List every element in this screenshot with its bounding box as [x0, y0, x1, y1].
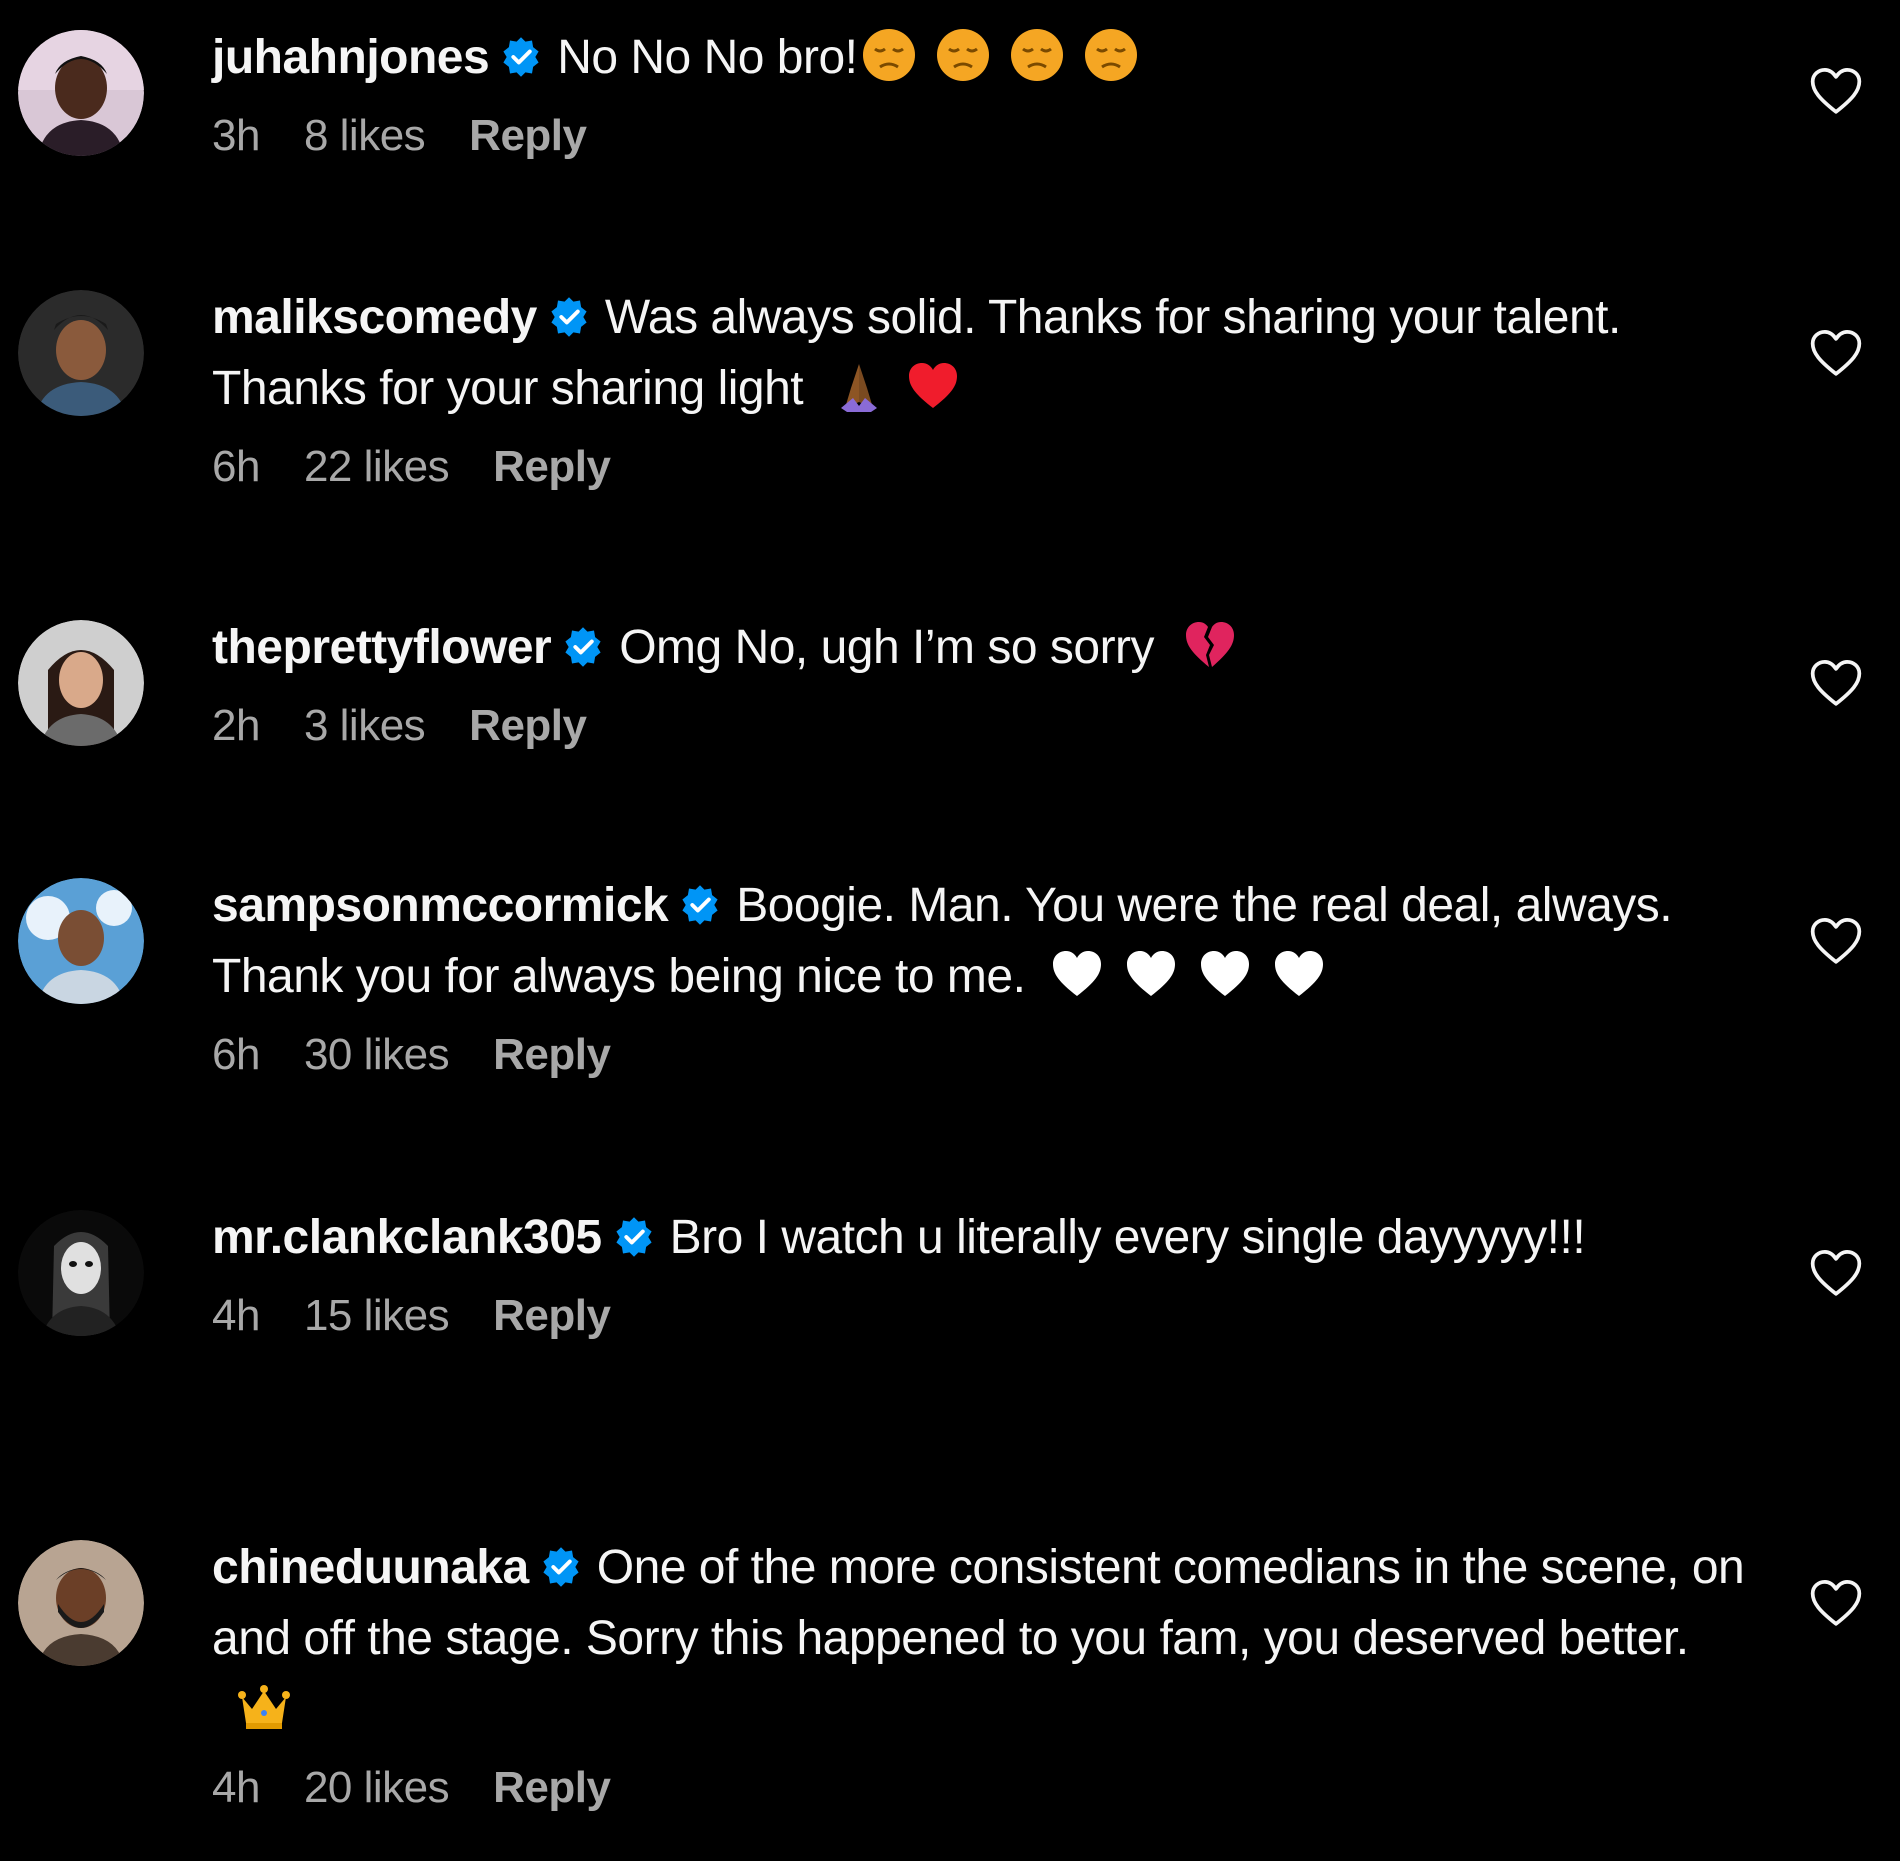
- comment-likes[interactable]: 20 likes: [304, 1763, 450, 1812]
- pensive-face-icon: [935, 27, 991, 83]
- heart-outline-icon[interactable]: [1808, 1576, 1864, 1632]
- avatar[interactable]: [18, 620, 144, 746]
- comment-body: theprettyflower Omg No, ugh I’m so sorry …: [212, 620, 1752, 751]
- verified-badge-icon: [678, 883, 722, 927]
- avatar[interactable]: [18, 1540, 144, 1666]
- heart-outline-icon[interactable]: [1808, 914, 1864, 970]
- comment-likes[interactable]: 3 likes: [304, 701, 426, 750]
- avatar[interactable]: [18, 290, 144, 416]
- comment-text-line: juhahnjones No No No bro!: [212, 22, 1752, 93]
- pensive-face-icon: [1009, 27, 1065, 83]
- avatar[interactable]: [18, 1210, 144, 1336]
- verified-badge-icon: [499, 35, 543, 79]
- comment-body: sampsonmccormick Boogie. Man. You were th…: [212, 878, 1752, 1080]
- reply-button[interactable]: Reply: [493, 1763, 611, 1812]
- heart-outline-icon[interactable]: [1808, 1246, 1864, 1302]
- folded-hands-icon: [831, 358, 887, 414]
- heart-outline-icon[interactable]: [1808, 64, 1864, 120]
- verified-badge-icon: [612, 1215, 656, 1259]
- comment-text-line: malikscomedy Was always solid. Thanks for…: [212, 282, 1752, 424]
- pensive-face-icon: [1083, 27, 1139, 83]
- comment-time: 2h: [212, 701, 260, 750]
- reply-button[interactable]: Reply: [493, 1030, 611, 1079]
- comment-body: mr.clankclank305 Bro I watch u literally …: [212, 1210, 1752, 1341]
- comment-message: Omg No, ugh I’m so sorry: [619, 621, 1155, 674]
- comment-text-line: theprettyflower Omg No, ugh I’m so sorry: [212, 612, 1752, 683]
- white-heart-icon: [1271, 946, 1327, 1002]
- reply-button[interactable]: Reply: [493, 442, 611, 491]
- comment-meta: 4h 20 likes Reply: [212, 1763, 1752, 1813]
- reply-button[interactable]: Reply: [469, 701, 587, 750]
- comment-likes[interactable]: 22 likes: [304, 442, 450, 491]
- comment-body: malikscomedy Was always solid. Thanks for…: [212, 290, 1752, 492]
- crown-icon: [236, 1679, 292, 1735]
- verified-badge-icon: [561, 625, 605, 669]
- pensive-face-icon: [861, 27, 917, 83]
- comment-time: 6h: [212, 1030, 260, 1079]
- comment-time: 6h: [212, 442, 260, 491]
- broken-heart-icon: [1182, 617, 1238, 673]
- comment-likes[interactable]: 8 likes: [304, 111, 426, 160]
- avatar[interactable]: [18, 30, 144, 156]
- comment-username[interactable]: theprettyflower: [212, 621, 552, 674]
- comment-message: No No No bro!: [557, 31, 858, 84]
- comment-username[interactable]: sampsonmccormick: [212, 879, 669, 932]
- comment-text-line: sampsonmccormick Boogie. Man. You were th…: [212, 870, 1752, 1012]
- comment-likes[interactable]: 30 likes: [304, 1030, 450, 1079]
- white-heart-icon: [1123, 946, 1179, 1002]
- comment-meta: 6h 22 likes Reply: [212, 442, 1752, 492]
- verified-badge-icon: [547, 295, 591, 339]
- avatar[interactable]: [18, 878, 144, 1004]
- white-heart-icon: [1049, 946, 1105, 1002]
- comment-message: Bro I watch u literally every single day…: [669, 1211, 1586, 1264]
- comment-body: chineduunaka One of the more consistent c…: [212, 1540, 1752, 1813]
- comment-time: 4h: [212, 1291, 260, 1340]
- heart-outline-icon[interactable]: [1808, 326, 1864, 382]
- comment-username[interactable]: chineduunaka: [212, 1541, 529, 1594]
- reply-button[interactable]: Reply: [493, 1291, 611, 1340]
- heart-outline-icon[interactable]: [1808, 656, 1864, 712]
- comment-meta: 3h 8 likes Reply: [212, 111, 1752, 161]
- comment-body: juhahnjones No No No bro! 3h 8 likes Reply: [212, 29, 1752, 161]
- comment-username[interactable]: juhahnjones: [212, 31, 490, 84]
- comment-username[interactable]: mr.clankclank305: [212, 1211, 602, 1264]
- comment-time: 3h: [212, 111, 260, 160]
- verified-badge-icon: [539, 1545, 583, 1589]
- comment-meta: 6h 30 likes Reply: [212, 1030, 1752, 1080]
- comment-text-line: chineduunaka One of the more consistent c…: [212, 1532, 1752, 1745]
- reply-button[interactable]: Reply: [469, 111, 587, 160]
- comment-text-line: mr.clankclank305 Bro I watch u literally …: [212, 1202, 1752, 1273]
- comment-likes[interactable]: 15 likes: [304, 1291, 450, 1340]
- comment-username[interactable]: malikscomedy: [212, 291, 537, 344]
- comment-time: 4h: [212, 1763, 260, 1812]
- comment-meta: 4h 15 likes Reply: [212, 1291, 1752, 1341]
- white-heart-icon: [1197, 946, 1253, 1002]
- comment-meta: 2h 3 likes Reply: [212, 701, 1752, 751]
- red-heart-icon: [905, 358, 961, 414]
